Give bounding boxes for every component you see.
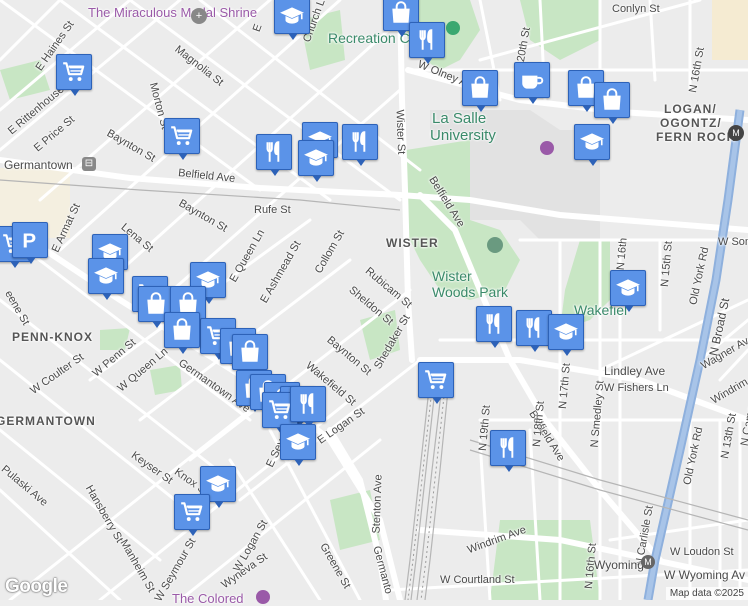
fork-knife-pin[interactable] <box>490 430 526 472</box>
neighborhood-germantown: GERMANTOWN <box>0 414 96 428</box>
fork-knife-icon <box>495 435 521 461</box>
coffee-cup-icon <box>519 67 545 93</box>
graduation-cap-icon <box>553 319 579 345</box>
shopping-cart-icon <box>179 499 205 525</box>
place-wister-woods-1[interactable]: Wister <box>432 268 472 284</box>
fork-knife-pin[interactable] <box>256 134 292 176</box>
graduation-cap-pin[interactable] <box>548 314 584 356</box>
graduation-cap-icon <box>615 275 641 301</box>
graduation-cap-icon <box>93 263 119 289</box>
subway-station-icon[interactable]: M <box>641 555 655 569</box>
graduation-cap-icon <box>579 129 605 155</box>
fork-knife-pin[interactable] <box>342 124 378 166</box>
fork-knife-icon <box>347 129 373 155</box>
neighborhood-penn-knox: PENN-KNOX <box>12 330 94 344</box>
fork-knife-icon <box>481 311 507 337</box>
fork-knife-icon <box>295 391 321 417</box>
shopping-bag-pin[interactable] <box>594 82 630 124</box>
graduation-cap-pin[interactable] <box>610 270 646 312</box>
shopping-cart-icon <box>423 367 449 393</box>
shopping-bag-icon <box>599 87 625 113</box>
place-la-salle-1[interactable]: La Salle <box>432 110 486 127</box>
coffee-cup-pin[interactable] <box>514 62 550 104</box>
university-icon[interactable] <box>540 141 554 155</box>
neighborhood-wister: WISTER <box>386 236 439 250</box>
place-medal-shrine[interactable]: The Miraculous Medal Shrine <box>88 5 257 20</box>
graduation-cap-icon <box>285 429 311 455</box>
graduation-cap-pin[interactable] <box>274 0 310 40</box>
place-la-salle-2[interactable]: University <box>430 127 496 144</box>
street-w-loudon: W Loudon St <box>670 546 734 558</box>
fork-knife-pin[interactable] <box>409 22 445 64</box>
subway-station-icon[interactable]: M <box>728 125 744 141</box>
graduation-cap-pin[interactable] <box>280 424 316 466</box>
shopping-cart-icon <box>169 123 195 149</box>
fork-knife-pin[interactable] <box>476 306 512 348</box>
place-wister-woods-2[interactable]: Woods Park <box>432 284 508 300</box>
place-the-colored[interactable]: The Colored <box>172 591 244 606</box>
park-icon[interactable] <box>487 237 503 253</box>
street-w-courtland: W Courtland St <box>440 574 515 586</box>
recreation-icon[interactable] <box>446 21 460 35</box>
fork-knife-pin[interactable] <box>290 386 326 428</box>
graduation-cap-pin[interactable] <box>574 124 610 166</box>
fork-knife-pin[interactable] <box>516 310 552 352</box>
shopping-bag-icon <box>467 75 493 101</box>
shopping-cart-pin[interactable] <box>174 494 210 536</box>
shopping-bag-pin[interactable] <box>232 334 268 376</box>
church-icon[interactable]: + <box>191 8 207 24</box>
place-germantown-station[interactable]: Germantown <box>4 158 73 172</box>
shopping-cart-pin[interactable] <box>56 54 92 96</box>
shopping-bag-icon <box>237 339 263 365</box>
fork-knife-icon <box>521 315 547 341</box>
neighborhood-ogontz: OGONTZ/ <box>660 116 722 130</box>
street-wister: Wister St <box>393 109 408 155</box>
graduation-cap-pin[interactable] <box>298 140 334 182</box>
fork-knife-icon <box>261 139 287 165</box>
street-wyoming-2: W Wyoming Av <box>664 568 746 582</box>
museum-icon[interactable] <box>256 590 270 604</box>
shopping-cart-icon <box>61 59 87 85</box>
train-station-icon[interactable]: ⊟ <box>82 157 96 171</box>
map-attribution[interactable]: Map data ©2025 <box>665 587 748 600</box>
street-lindley: Lindley Ave <box>604 364 666 378</box>
svg-text:P: P <box>22 230 36 253</box>
shopping-bag-icon <box>169 317 195 343</box>
shopping-bag-pin[interactable] <box>164 312 200 354</box>
neighborhood-fern-rock: FERN ROCK <box>656 130 737 144</box>
street-w-som: W Som <box>718 236 748 248</box>
shopping-cart-pin[interactable] <box>418 362 454 404</box>
street-conlyn: Conlyn St <box>612 3 660 15</box>
parking-pin[interactable]: P <box>12 222 48 264</box>
graduation-cap-icon <box>279 3 305 29</box>
fork-knife-icon <box>414 27 440 53</box>
shopping-cart-pin[interactable] <box>164 118 200 160</box>
street-wyoming-1: Wyoming <box>594 558 644 572</box>
graduation-cap-pin[interactable] <box>88 258 124 300</box>
neighborhood-logan: LOGAN/ <box>664 102 717 116</box>
shopping-bag-pin[interactable] <box>462 70 498 112</box>
google-logo: Google <box>5 576 68 597</box>
parking-icon: P <box>17 227 43 253</box>
graduation-cap-icon <box>205 471 231 497</box>
street-w-fishers: W Fishers Ln <box>604 382 669 394</box>
graduation-cap-icon <box>303 145 329 171</box>
street-rufe: Rufe St <box>254 204 291 216</box>
street-stenton: Stenton Ave <box>370 474 385 534</box>
